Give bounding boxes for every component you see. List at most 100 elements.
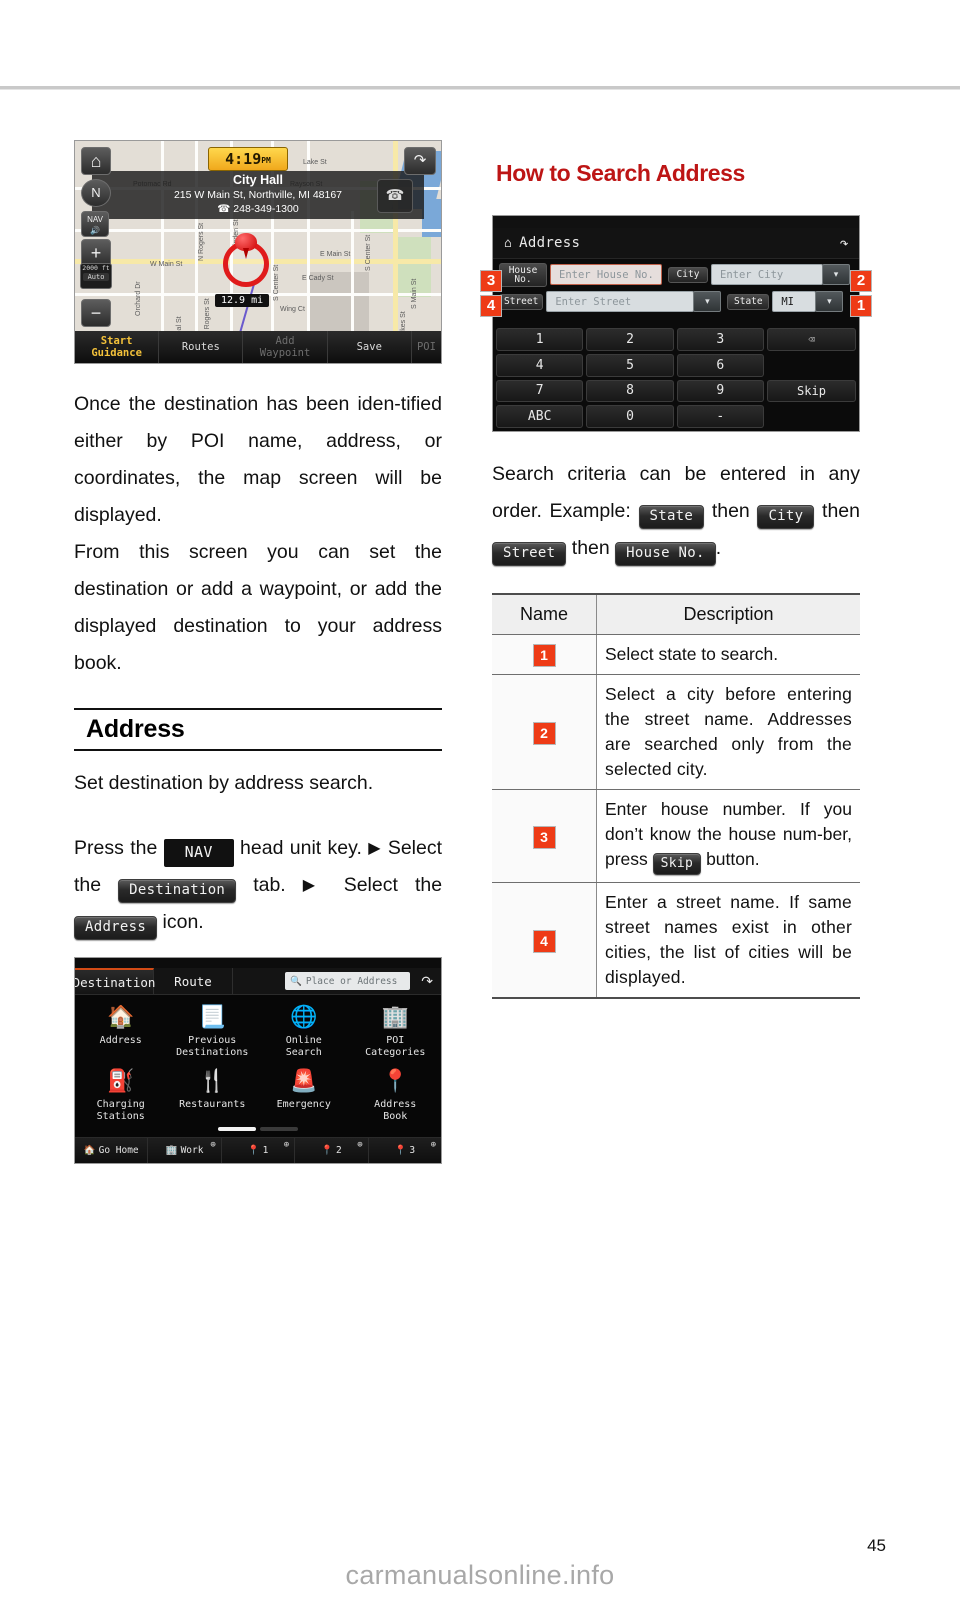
destination-statusbar [75, 958, 441, 968]
criteria-paragraph: Search criteria can be entered in any or… [492, 456, 860, 567]
add-icon[interactable]: ⊕ [431, 1140, 436, 1150]
table-cell-description: Enter a street name. If same street name… [596, 882, 860, 999]
history-search-icon: 📃 [198, 1005, 226, 1030]
map-scale-indicator[interactable]: 2000 ft Auto [80, 263, 112, 289]
key-4[interactable]: 4 [496, 353, 584, 377]
steps-pre-1: Press the [74, 837, 158, 859]
add-icon[interactable]: ⊕ [210, 1140, 215, 1150]
pin-icon: 📍 [247, 1145, 260, 1156]
backspace-icon[interactable]: ⌫ [766, 328, 857, 351]
number-badge-1: 1 [532, 644, 556, 667]
page-dot-2[interactable] [260, 1127, 298, 1131]
table-cell-description: Select a city before entering the street… [596, 674, 860, 790]
address-icon-pill[interactable]: Address [74, 916, 158, 940]
shortcut-label: 3 [409, 1145, 416, 1156]
key-7[interactable]: 7 [496, 379, 584, 403]
destination-tile-grid: 🏠 Address 📃 Previous Destinations 🌐 Onlin… [75, 995, 441, 1129]
key-dash[interactable]: - [676, 405, 764, 428]
tile-charging-stations[interactable]: ⛽ Charging Stations [75, 1065, 167, 1123]
scale-value: 2000 ft [82, 264, 110, 272]
destination-screenshot: Destination Route 🔍 Place or Address ↷ 🏠… [74, 957, 442, 1164]
chevron-down-icon[interactable]: ▾ [822, 264, 850, 285]
add-waypoint-button[interactable]: Add Waypoint [243, 331, 328, 363]
page-dot-1[interactable] [218, 1127, 256, 1131]
city-pill[interactable]: City [757, 505, 815, 529]
street-pill[interactable]: Street [492, 542, 567, 566]
criteria-then-1: then [711, 500, 750, 522]
tile-address[interactable]: 🏠 Address [75, 1001, 167, 1059]
key-2[interactable]: 2 [586, 328, 674, 351]
column-header-description: Description [596, 593, 860, 635]
skip-pill[interactable]: Skip [652, 853, 702, 875]
manual-page: Lake St Potomac Rd Rayson St W Main St E… [0, 0, 960, 1613]
tile-online-search[interactable]: 🌐 Online Search [258, 1001, 350, 1059]
charging-station-icon: ⛽ [107, 1069, 135, 1094]
house-no-label: House No. [499, 262, 547, 287]
steps-post: icon. [162, 911, 204, 933]
key-8[interactable]: 8 [586, 379, 674, 403]
tile-emergency[interactable]: 🚨 Emergency [258, 1065, 350, 1123]
tile-address-book[interactable]: 📍 Address Book [350, 1065, 442, 1123]
favorite-2-button[interactable]: 📍 2 ⊕ [295, 1138, 369, 1163]
key-3[interactable]: 3 [676, 328, 764, 351]
map-street-label: Wing Ct [280, 306, 305, 313]
favorite-1-button[interactable]: 📍 1 ⊕ [221, 1138, 296, 1163]
destination-tabbar: Destination Route 🔍 Place or Address ↷ [75, 968, 441, 995]
globe-search-icon: 🌐 [290, 1005, 318, 1030]
key-9[interactable]: 9 [676, 379, 764, 403]
key-6[interactable]: 6 [676, 353, 764, 377]
home-icon[interactable]: ⌂ [81, 147, 111, 175]
address-screenshot-wrap: ⌂ Address ↷ House No. Enter House No. Cit… [480, 215, 872, 432]
map-street-label: S Main St [411, 278, 418, 309]
key-1[interactable]: 1 [496, 328, 584, 351]
number-badge-4: 4 [532, 929, 556, 953]
save-button[interactable]: Save [328, 331, 412, 363]
shortcut-label: Go Home [98, 1145, 139, 1156]
table-cell-description: Enter house number. If you don’t know th… [596, 789, 860, 883]
map-street-label: E Main St [320, 251, 351, 258]
street-field[interactable]: Enter Street [546, 291, 695, 312]
city-field[interactable]: Enter City [711, 264, 823, 285]
search-input[interactable]: 🔍 Place or Address [285, 972, 410, 990]
favorite-3-button[interactable]: 📍 3 ⊕ [368, 1138, 441, 1163]
back-arrow-icon[interactable]: ↷ [421, 973, 433, 990]
house-no-field[interactable]: Enter House No. [550, 264, 662, 285]
phone-icon[interactable]: ☎ [377, 179, 413, 213]
table-row: 3 Enter house number. If you don’t know … [492, 789, 860, 883]
nav-key-pill[interactable]: NAV [163, 839, 234, 867]
keypad-row: 4 5 6 [496, 353, 856, 377]
back-arrow-icon[interactable]: ↷ [404, 147, 436, 175]
compass-north-icon[interactable]: N [81, 179, 111, 207]
nav-volume-icon[interactable]: NAV 🔊 [81, 211, 109, 237]
map-street-label: S Center St [273, 264, 280, 301]
go-home-button[interactable]: 🏠 Go Home [75, 1138, 149, 1163]
key-0[interactable]: 0 [586, 405, 674, 428]
tile-restaurants[interactable]: 🍴 Restaurants [167, 1065, 259, 1123]
poi-button[interactable]: POI [412, 331, 441, 363]
zoom-out-icon[interactable]: − [81, 299, 111, 327]
key-abc[interactable]: ABC [496, 405, 584, 428]
house-no-pill[interactable]: House No. [615, 542, 716, 566]
search-placeholder: Place or Address [305, 975, 398, 987]
tab-destination[interactable]: Destination [75, 968, 155, 994]
key-5[interactable]: 5 [586, 353, 674, 377]
add-icon[interactable]: ⊕ [284, 1140, 289, 1150]
state-field[interactable]: MI [772, 291, 817, 312]
chevron-down-icon[interactable]: ▾ [693, 291, 722, 312]
address-screenshot: ⌂ Address ↷ House No. Enter House No. Cit… [492, 215, 860, 432]
back-arrow-icon[interactable]: ↷ [840, 234, 849, 252]
page-indicator[interactable] [75, 1127, 441, 1131]
work-button[interactable]: 🏢 Work ⊕ [148, 1138, 222, 1163]
add-icon[interactable]: ⊕ [357, 1140, 362, 1150]
tab-route[interactable]: Route [154, 968, 233, 994]
start-guidance-button[interactable]: Start Guidance [75, 331, 160, 363]
page-number: 45 [867, 1536, 886, 1555]
destination-tab-pill[interactable]: Destination [118, 879, 237, 903]
callout-2: 2 [850, 270, 872, 292]
tile-previous-destinations[interactable]: 📃 Previous Destinations [167, 1001, 259, 1059]
routes-button[interactable]: Routes [159, 331, 244, 363]
tile-poi-categories[interactable]: 🏢 POI Categories [350, 1001, 442, 1059]
skip-button[interactable]: Skip [766, 379, 857, 403]
state-pill[interactable]: State [638, 505, 705, 529]
chevron-down-icon[interactable]: ▾ [815, 291, 844, 312]
